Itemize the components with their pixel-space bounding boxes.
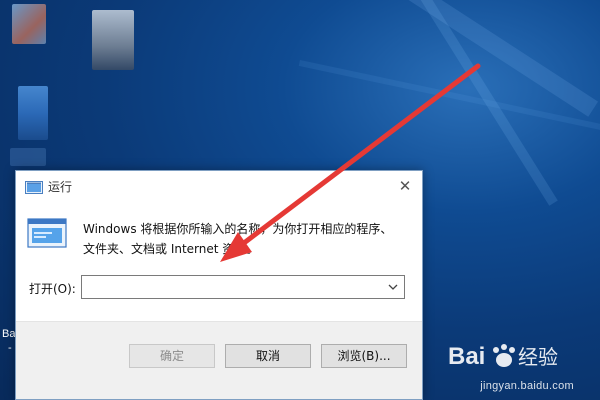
baidu-jingyan-watermark: Bai 经验 (448, 343, 558, 370)
svg-text:经验: 经验 (518, 345, 558, 369)
ok-button[interactable]: 确定 (129, 344, 215, 368)
desktop-icon[interactable] (12, 4, 46, 44)
dialog-description: Windows 将根据你所输入的名称，为你打开相应的程序、文件夹、文档或 Int… (83, 222, 393, 256)
desktop-icon[interactable] (92, 10, 134, 70)
open-field-label: 打开(O): (29, 282, 76, 296)
desktop-light-beam (298, 60, 600, 133)
dialog-titlebar[interactable]: 运行 ✕ (16, 171, 422, 201)
cancel-button[interactable]: 取消 (225, 344, 311, 368)
run-dialog: 运行 ✕ Windows 将根据你所输入的名称，为你打开相应的程序、文件夹、文档… (15, 170, 423, 400)
desktop-icon-label: Ba (2, 328, 16, 340)
run-icon (25, 179, 43, 194)
svg-text:Bai: Bai (448, 343, 485, 370)
desktop-icon[interactable] (18, 86, 48, 140)
desktop-icon[interactable] (10, 148, 46, 166)
open-combobox[interactable] (81, 275, 405, 299)
browse-button[interactable]: 浏览(B)... (321, 344, 407, 368)
run-icon (27, 218, 67, 248)
chevron-down-icon[interactable] (385, 279, 401, 295)
watermark-url: jingyan.baidu.com (480, 380, 574, 392)
desktop-icon-label: - (8, 342, 12, 354)
dialog-title: 运行 (48, 180, 73, 194)
close-icon[interactable]: ✕ (392, 173, 418, 199)
dialog-footer: 确定 取消 浏览(B)... (16, 321, 422, 399)
